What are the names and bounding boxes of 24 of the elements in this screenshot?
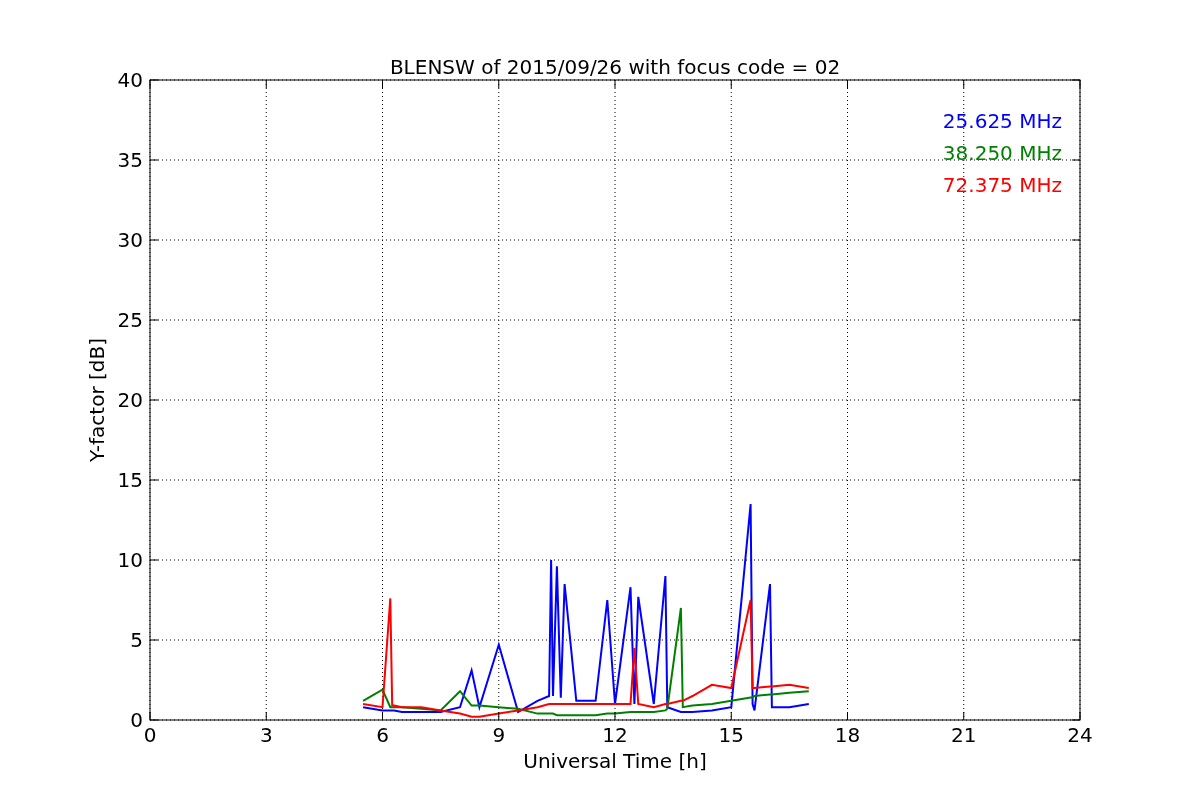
- legend-label: 38.250 MHz: [942, 141, 1062, 165]
- tick-label: 9: [492, 723, 506, 747]
- tick-label: 15: [718, 723, 744, 747]
- y-axis-label: Y-factor [dB]: [85, 338, 109, 462]
- legend-label: 72.375 MHz: [942, 173, 1062, 197]
- tick-label: 3: [259, 723, 273, 747]
- tick-label: 40: [117, 68, 143, 92]
- legend-label: 25.625 MHz: [942, 109, 1062, 133]
- tick-label: 6: [376, 723, 389, 747]
- tick-label: 18: [834, 723, 861, 747]
- tick-label: 21: [951, 723, 977, 747]
- tick-label: 15: [117, 468, 143, 492]
- chart-title: BLENSW of 2015/09/26 with focus code = 02: [389, 55, 841, 79]
- x-axis-label: Universal Time [h]: [523, 749, 707, 773]
- tick-label: 0: [130, 708, 143, 732]
- tick-label: 35: [117, 148, 143, 172]
- tick-label: 10: [117, 548, 143, 572]
- tick-label: 30: [117, 228, 143, 252]
- tick-label: 5: [130, 628, 143, 652]
- tick-label: 0: [143, 723, 157, 747]
- tick-label: 20: [117, 388, 143, 412]
- tick-label: 24: [1067, 723, 1093, 747]
- tick-label: 12: [602, 723, 628, 747]
- tick-label: 25: [117, 308, 143, 332]
